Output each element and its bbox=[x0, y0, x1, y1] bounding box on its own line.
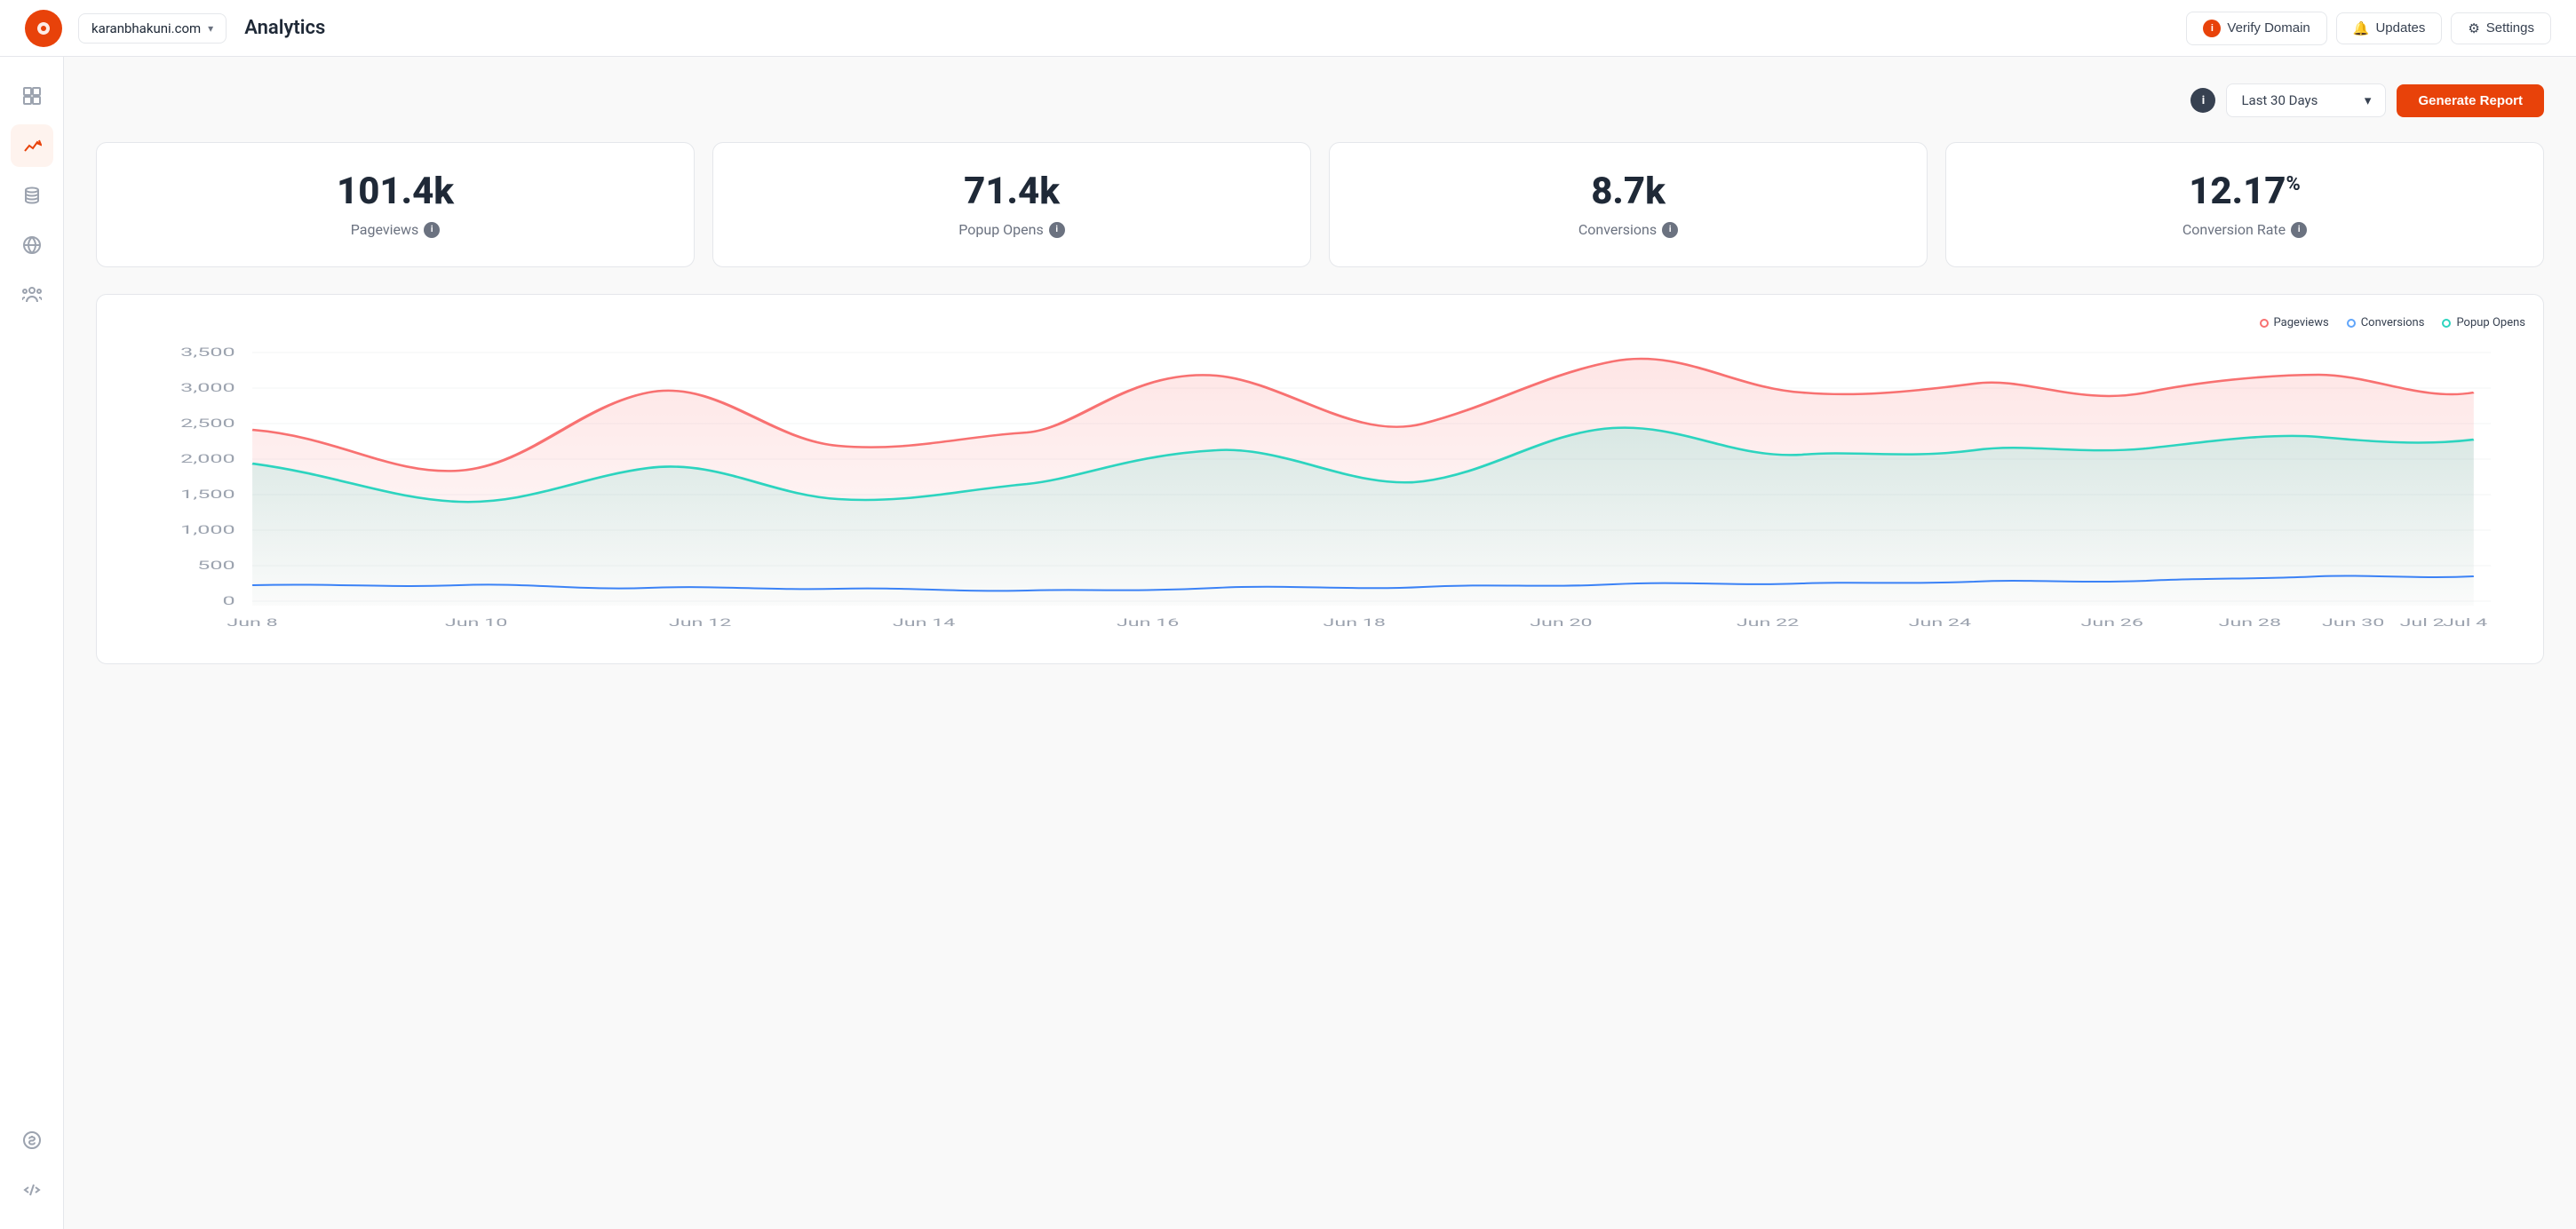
chevron-down-icon: ▾ bbox=[2365, 92, 2372, 108]
conversions-value: 8.7k bbox=[1591, 171, 1666, 212]
svg-text:500: 500 bbox=[197, 559, 235, 573]
sidebar-item-billing[interactable] bbox=[11, 1119, 53, 1162]
bell-icon: 🔔 bbox=[2353, 20, 2370, 36]
updates-label: Updates bbox=[2375, 20, 2425, 36]
legend-conversions: Conversions bbox=[2347, 316, 2425, 329]
logo bbox=[25, 10, 62, 47]
generate-report-label: Generate Report bbox=[2418, 93, 2523, 108]
svg-text:Jun 20: Jun 20 bbox=[1530, 616, 1592, 629]
popup-legend-label: Popup Opens bbox=[2456, 316, 2525, 329]
sidebar-item-audience[interactable] bbox=[11, 274, 53, 316]
page-title: Analytics bbox=[244, 17, 2186, 39]
updates-button[interactable]: 🔔 Updates bbox=[2336, 12, 2443, 44]
conversions-info-icon[interactable]: i bbox=[1662, 222, 1678, 238]
popup-opens-label: Popup Opens i bbox=[958, 221, 1064, 238]
popup-legend-dot bbox=[2442, 319, 2451, 328]
svg-text:Jul 2: Jul 2 bbox=[2400, 616, 2445, 629]
sidebar-item-database[interactable] bbox=[11, 174, 53, 217]
svg-text:Jun 16: Jun 16 bbox=[1117, 616, 1179, 629]
verify-domain-label: Verify Domain bbox=[2227, 20, 2310, 36]
svg-text:2,000: 2,000 bbox=[180, 452, 235, 466]
conversion-rate-info-icon[interactable]: i bbox=[2291, 222, 2307, 238]
legend-pageviews: Pageviews bbox=[2260, 316, 2329, 329]
stat-card-popup-opens: 71.4k Popup Opens i bbox=[712, 142, 1311, 267]
svg-text:1,000: 1,000 bbox=[180, 523, 235, 537]
conversions-label: Conversions i bbox=[1578, 221, 1678, 238]
svg-text:0: 0 bbox=[223, 594, 235, 608]
domain-selector[interactable]: karanbhakuni.com ▾ bbox=[78, 13, 227, 44]
svg-text:Jun 8: Jun 8 bbox=[227, 616, 277, 629]
svg-text:Jun 28: Jun 28 bbox=[2219, 616, 2281, 629]
generate-report-button[interactable]: Generate Report bbox=[2397, 84, 2544, 117]
conversion-rate-label: Conversion Rate i bbox=[2182, 221, 2307, 238]
sidebar-item-dashboard[interactable] bbox=[11, 75, 53, 117]
settings-label: Settings bbox=[2486, 20, 2534, 36]
main-layout: i Last 30 Days ▾ Generate Report 101.4k … bbox=[0, 57, 2576, 1229]
settings-button[interactable]: ⚙ Settings bbox=[2451, 12, 2551, 44]
pageviews-legend-label: Pageviews bbox=[2274, 316, 2329, 329]
sidebar-item-globe[interactable] bbox=[11, 224, 53, 266]
toolbar-row: i Last 30 Days ▾ Generate Report bbox=[96, 83, 2544, 117]
content-area: i Last 30 Days ▾ Generate Report 101.4k … bbox=[64, 57, 2576, 1229]
svg-text:Jun 26: Jun 26 bbox=[2081, 616, 2143, 629]
chart-container: Pageviews Conversions Popup Opens bbox=[96, 294, 2544, 664]
sidebar-item-analytics[interactable] bbox=[11, 124, 53, 167]
stat-card-conversion-rate: 12.17% Conversion Rate i bbox=[1945, 142, 2544, 267]
header: karanbhakuni.com ▾ Analytics i Verify Do… bbox=[0, 0, 2576, 57]
conversions-legend-dot bbox=[2347, 319, 2356, 328]
svg-text:Jun 12: Jun 12 bbox=[669, 616, 731, 629]
conversion-rate-value: 12.17% bbox=[2189, 171, 2301, 212]
svg-text:Jun 24: Jun 24 bbox=[1909, 616, 1971, 629]
sidebar-item-code[interactable] bbox=[11, 1169, 53, 1211]
chart-legend: Pageviews Conversions Popup Opens bbox=[115, 316, 2525, 329]
svg-text:3,000: 3,000 bbox=[180, 381, 235, 395]
svg-text:Jun 30: Jun 30 bbox=[2322, 616, 2384, 629]
verify-domain-button[interactable]: i Verify Domain bbox=[2186, 12, 2326, 45]
svg-text:Jun 14: Jun 14 bbox=[893, 616, 955, 629]
domain-text: karanbhakuni.com bbox=[91, 20, 201, 36]
pageviews-label: Pageviews i bbox=[351, 221, 440, 238]
pageviews-legend-dot bbox=[2260, 319, 2269, 328]
svg-text:Jun 10: Jun 10 bbox=[445, 616, 507, 629]
svg-text:3,500: 3,500 bbox=[180, 345, 235, 360]
sidebar bbox=[0, 57, 64, 1229]
date-range-selector[interactable]: Last 30 Days ▾ bbox=[2226, 83, 2386, 117]
stat-card-conversions: 8.7k Conversions i bbox=[1329, 142, 1928, 267]
popup-opens-info-icon[interactable]: i bbox=[1049, 222, 1065, 238]
legend-popup-opens: Popup Opens bbox=[2442, 316, 2525, 329]
stat-card-pageviews: 101.4k Pageviews i bbox=[96, 142, 695, 267]
svg-text:Jun 18: Jun 18 bbox=[1324, 616, 1386, 629]
pageviews-value: 101.4k bbox=[337, 171, 454, 212]
svg-text:Jul 4: Jul 4 bbox=[2443, 616, 2487, 629]
toolbar-info-icon[interactable]: i bbox=[2190, 88, 2215, 113]
date-range-label: Last 30 Days bbox=[2241, 92, 2318, 108]
svg-text:Jun 22: Jun 22 bbox=[1737, 616, 1799, 629]
info-icon: i bbox=[2203, 20, 2221, 37]
conversions-legend-label: Conversions bbox=[2361, 316, 2425, 329]
analytics-chart: 3,500 3,000 2,500 2,000 1,500 1,000 500 … bbox=[115, 344, 2525, 646]
svg-text:2,500: 2,500 bbox=[180, 416, 235, 431]
header-actions: i Verify Domain 🔔 Updates ⚙ Settings bbox=[2186, 12, 2551, 45]
pageviews-info-icon[interactable]: i bbox=[424, 222, 440, 238]
chevron-down-icon: ▾ bbox=[208, 22, 213, 35]
svg-text:1,500: 1,500 bbox=[180, 488, 235, 502]
stat-cards: 101.4k Pageviews i 71.4k Popup Opens i 8… bbox=[96, 142, 2544, 267]
gear-icon: ⚙ bbox=[2468, 20, 2479, 36]
popup-opens-value: 71.4k bbox=[964, 171, 1060, 212]
